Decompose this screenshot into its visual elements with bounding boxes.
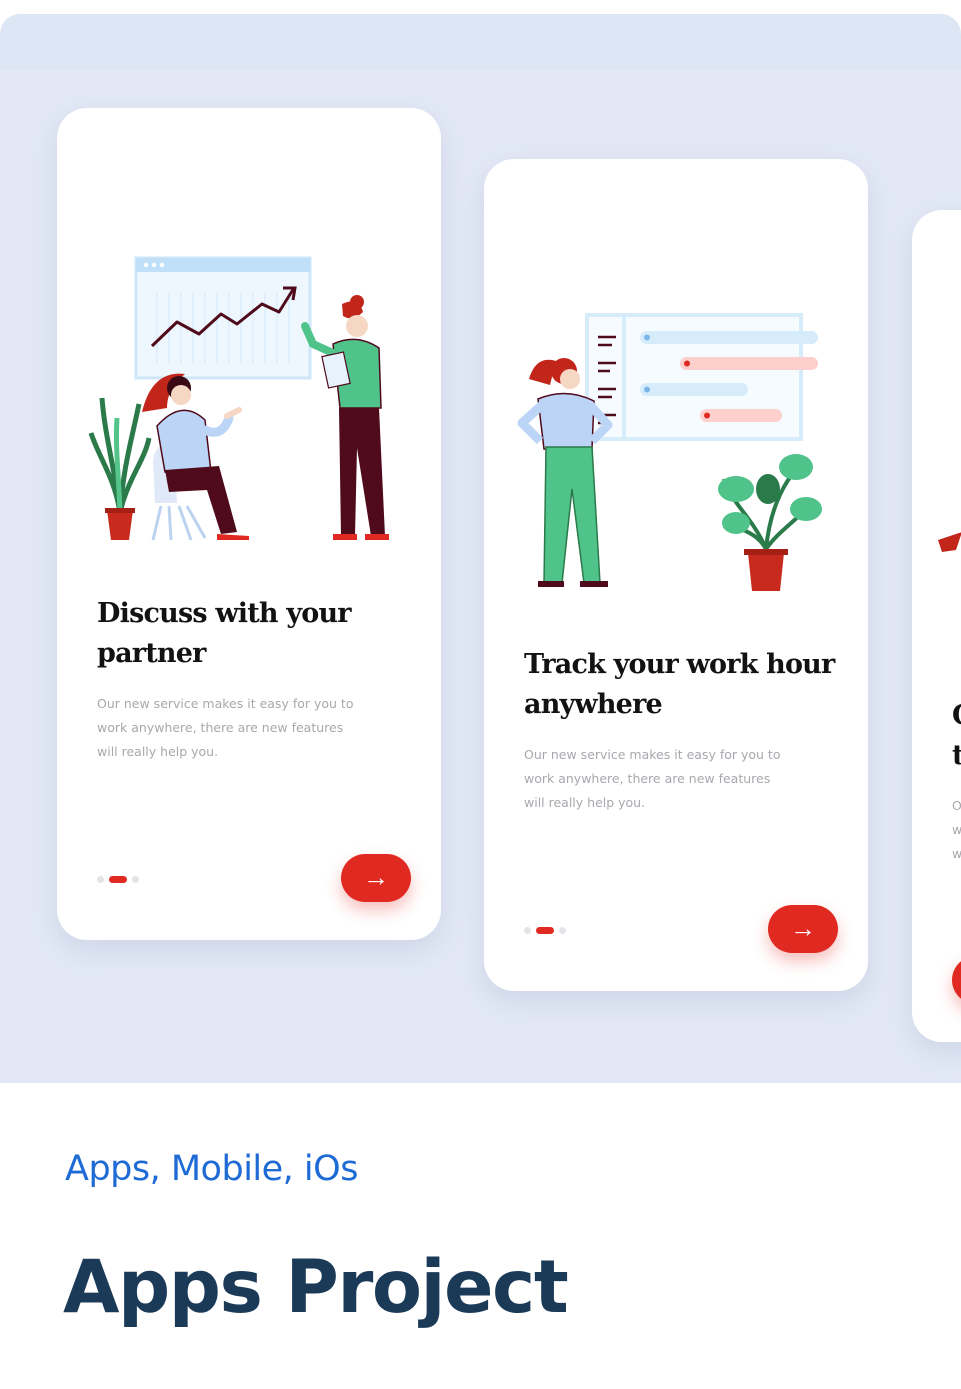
next-button[interactable]: →	[768, 905, 838, 953]
project-info: Apps, Mobile, iOs Apps Project	[0, 1083, 961, 1389]
next-button[interactable]	[952, 956, 961, 1004]
page-dot-active[interactable]	[109, 875, 127, 883]
arrow-right-icon: →	[363, 862, 389, 892]
project-title[interactable]: Apps Project	[63, 1245, 569, 1330]
page-dot[interactable]	[524, 926, 531, 934]
card-title-line: t	[952, 740, 961, 771]
discussion-illustration	[88, 256, 389, 541]
phone-screen-1: Discuss with your partner Our new servic…	[57, 108, 441, 940]
partial-illustration	[938, 532, 961, 552]
page-dot-active[interactable]	[536, 926, 554, 934]
phone-screen-3: C t O w w	[912, 210, 961, 1042]
card-description-line: w	[952, 846, 961, 861]
card-description-line: work anywhere, there are new features	[97, 720, 344, 735]
page-dot[interactable]	[97, 875, 104, 883]
page-dot[interactable]	[559, 926, 566, 934]
card-description-line: O	[952, 798, 961, 813]
card-description-line: will really help you.	[524, 795, 646, 810]
page-indicator	[97, 874, 144, 884]
next-button[interactable]: →	[341, 854, 411, 902]
card-title-line: anywhere	[524, 689, 663, 720]
project-card[interactable]: Discuss with your partner Our new servic…	[0, 14, 961, 1389]
card-title-line: Discuss with your	[97, 598, 352, 629]
arrow-right-icon: →	[790, 913, 816, 943]
phone-screen-2: Track your work hour anywhere Our new se…	[484, 159, 868, 991]
card-description-line: Our new service makes it easy for you to	[97, 696, 354, 711]
card-description-line: will really help you.	[97, 744, 219, 759]
work-tracking-illustration	[517, 313, 822, 591]
project-tags[interactable]: Apps, Mobile, iOs	[65, 1149, 358, 1189]
card-description-line: Our new service makes it easy for you to	[524, 747, 781, 762]
preview-area: Discuss with your partner Our new servic…	[0, 70, 961, 1083]
page-indicator	[524, 925, 571, 935]
card-description-line: w	[952, 822, 961, 837]
page-dot[interactable]	[132, 875, 139, 883]
card-title-line: partner	[97, 638, 206, 669]
card-title-line: C	[952, 696, 961, 736]
preview-top-band	[0, 14, 961, 70]
card-description-line: work anywhere, there are new features	[524, 771, 771, 786]
card-title-line: Track your work hour	[524, 649, 835, 680]
